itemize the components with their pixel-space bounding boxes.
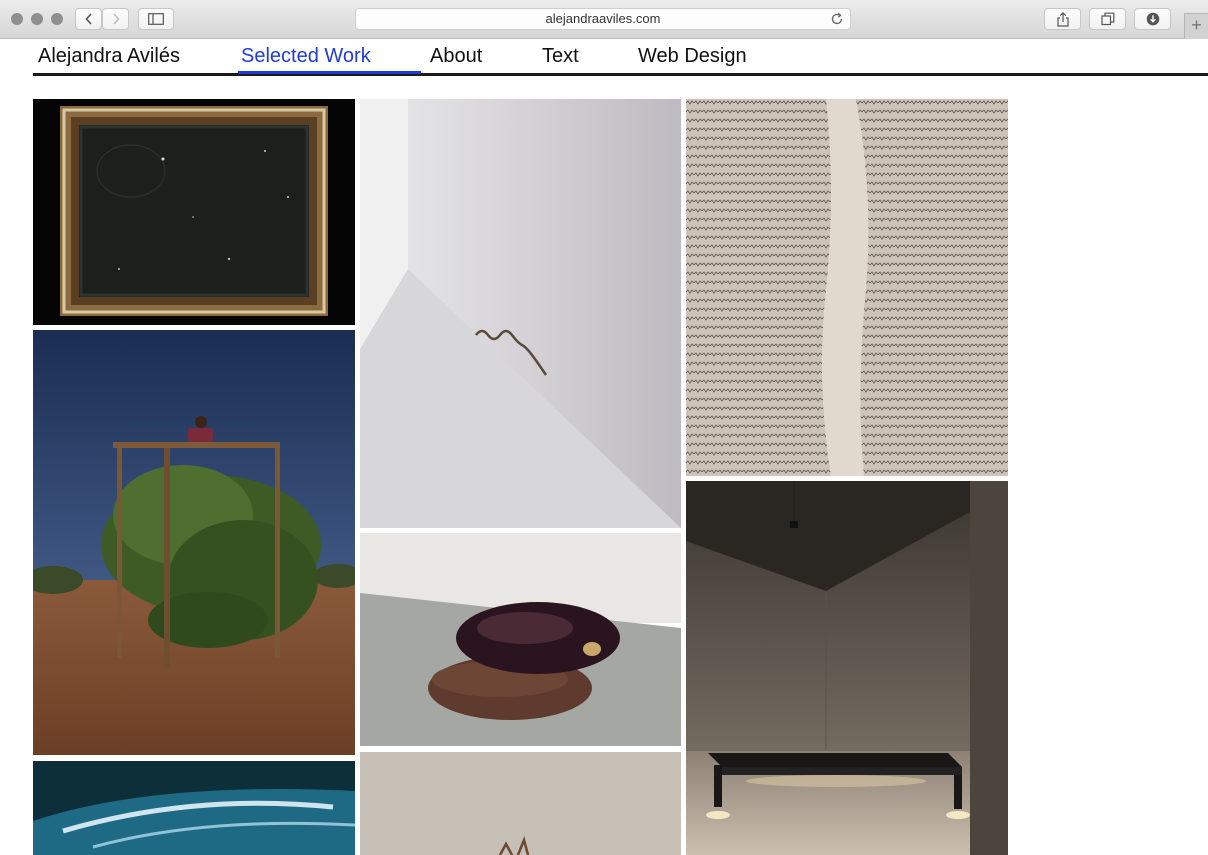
chevron-left-icon: [84, 13, 92, 25]
download-icon: [1146, 12, 1159, 26]
handwritten-text-image: [686, 99, 1008, 476]
artwork-platform-tree[interactable]: [33, 330, 355, 755]
new-tab-button[interactable]: +: [1184, 13, 1208, 39]
artwork-frame-mirror[interactable]: [33, 99, 355, 325]
active-nav-indicator: [238, 71, 421, 74]
nav-text[interactable]: Text: [542, 45, 579, 68]
share-icon: [1056, 11, 1069, 27]
browser-toolbar: alejandraaviles.com +: [0, 0, 1208, 39]
nav-web-design[interactable]: Web Design: [638, 45, 747, 68]
nav-selected-work[interactable]: Selected Work: [241, 45, 371, 68]
reload-icon[interactable]: [830, 12, 844, 26]
artwork-snake-floor[interactable]: [360, 99, 681, 528]
address-bar[interactable]: alejandraaviles.com: [355, 8, 851, 30]
artwork-lit-table-room[interactable]: [686, 481, 1008, 855]
site-title-link[interactable]: Alejandra Avilés: [38, 45, 180, 68]
close-window-button[interactable]: [11, 13, 23, 25]
stacked-stones-image: [360, 533, 681, 746]
back-button[interactable]: [75, 8, 102, 30]
platform-tree-image: [33, 330, 355, 755]
plus-icon: +: [1191, 15, 1202, 35]
sidebar-toggle-button[interactable]: [138, 8, 174, 30]
url-text: alejandraaviles.com: [545, 11, 661, 26]
share-button[interactable]: [1044, 8, 1081, 30]
minimize-window-button[interactable]: [31, 13, 43, 25]
artwork-underwater[interactable]: [33, 761, 355, 855]
downloads-button[interactable]: [1134, 8, 1171, 30]
underwater-image: [33, 761, 355, 855]
site-nav: Alejandra Avilés Selected Work About Tex…: [33, 39, 1208, 76]
forward-button[interactable]: [102, 8, 129, 30]
tabs-icon: [1100, 12, 1114, 26]
tabs-overview-button[interactable]: [1089, 8, 1126, 30]
artwork-handwritten-text[interactable]: [686, 99, 1008, 476]
snake-floor-image: [360, 99, 681, 528]
zoom-window-button[interactable]: [51, 13, 63, 25]
artwork-stacked-stones[interactable]: [360, 533, 681, 746]
small-object-image: [360, 752, 681, 855]
sidebar-icon: [148, 13, 164, 25]
nav-about[interactable]: About: [430, 45, 482, 68]
artwork-small-object[interactable]: [360, 752, 681, 855]
chevron-right-icon: [112, 13, 120, 25]
lit-table-room-image: [686, 481, 1008, 855]
frame-mirror-image: [33, 99, 355, 325]
